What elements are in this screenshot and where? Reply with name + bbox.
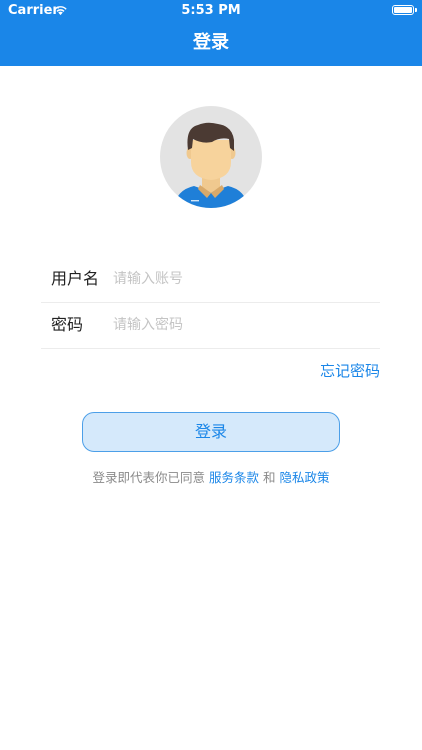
page-title: 登录 <box>193 32 229 53</box>
username-input[interactable] <box>113 266 363 292</box>
login-screen: Carrier 5:53 PM 登录 用户名 请输入账号 密码 忘记密码 登录 … <box>0 0 422 750</box>
agreement-text: 登录即代表你已同意 服务条款 和 隐私政策 <box>0 469 422 487</box>
password-input[interactable] <box>113 312 363 338</box>
avatar[interactable] <box>160 106 262 208</box>
terms-of-service-link[interactable]: 服务条款 <box>209 470 259 485</box>
forgot-password-link[interactable]: 忘记密码 <box>320 361 380 381</box>
password-label: 密码 <box>51 315 84 334</box>
password-row: 密码 <box>41 302 380 349</box>
status-time: 5:53 PM <box>181 3 241 18</box>
username-row: 用户名 <box>41 256 380 303</box>
username-label: 用户名 <box>51 269 100 288</box>
battery-icon <box>392 5 417 15</box>
agreement-conjunction: 和 <box>262 470 276 485</box>
status-bar: Carrier 5:53 PM <box>0 0 422 22</box>
header-bar: Carrier 5:53 PM 登录 <box>0 0 422 66</box>
agreement-prefix: 登录即代表你已同意 <box>92 470 205 485</box>
login-button[interactable]: 登录 <box>82 412 340 452</box>
privacy-policy-link[interactable]: 隐私政策 <box>279 470 329 485</box>
